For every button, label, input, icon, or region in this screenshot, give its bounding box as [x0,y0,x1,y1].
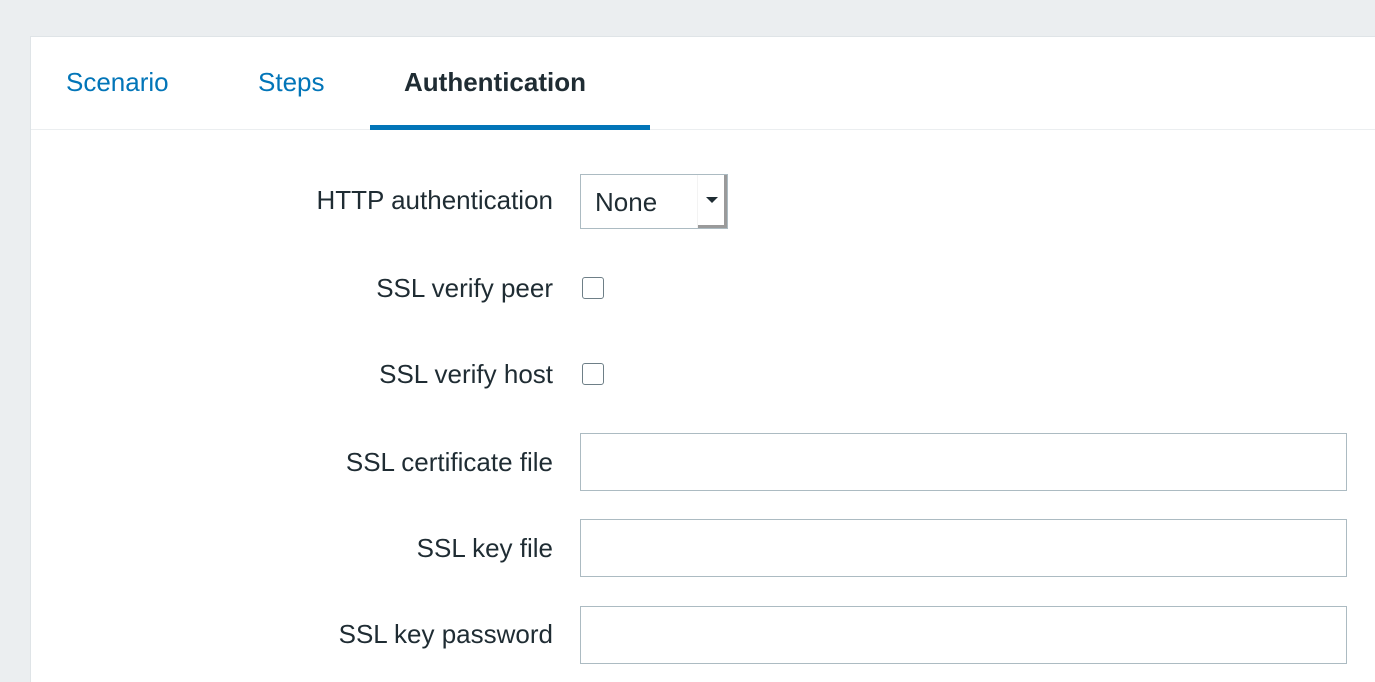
tab-scenario[interactable]: Scenario [66,67,169,97]
ssl-verify-host-label: SSL verify host [379,359,553,389]
http-authentication-label: HTTP authentication [316,185,553,215]
tab-steps[interactable]: Steps [258,67,325,97]
ssl-verify-peer-checkbox[interactable] [582,277,604,299]
ssl-key-file-label: SSL key file [416,533,553,563]
ssl-verify-peer-label: SSL verify peer [376,273,553,303]
http-authentication-selected-value: None [595,187,658,217]
chevron-down-icon [706,197,718,203]
ssl-key-password-input[interactable] [580,606,1347,664]
active-tab-indicator [370,125,650,130]
ssl-key-password-label: SSL key password [338,619,553,649]
ssl-key-file-input[interactable] [580,519,1347,577]
dropdown-button[interactable] [697,175,727,228]
tab-bar: Scenario Steps Authentication [31,37,1375,130]
http-authentication-select[interactable]: None [580,174,728,229]
ssl-verify-host-checkbox[interactable] [582,363,604,385]
web-scenario-form-panel: Scenario Steps Authentication HTTP authe… [30,36,1375,682]
ssl-certificate-file-input[interactable] [580,433,1347,491]
tab-authentication[interactable]: Authentication [404,67,586,97]
ssl-certificate-file-label: SSL certificate file [345,447,553,477]
